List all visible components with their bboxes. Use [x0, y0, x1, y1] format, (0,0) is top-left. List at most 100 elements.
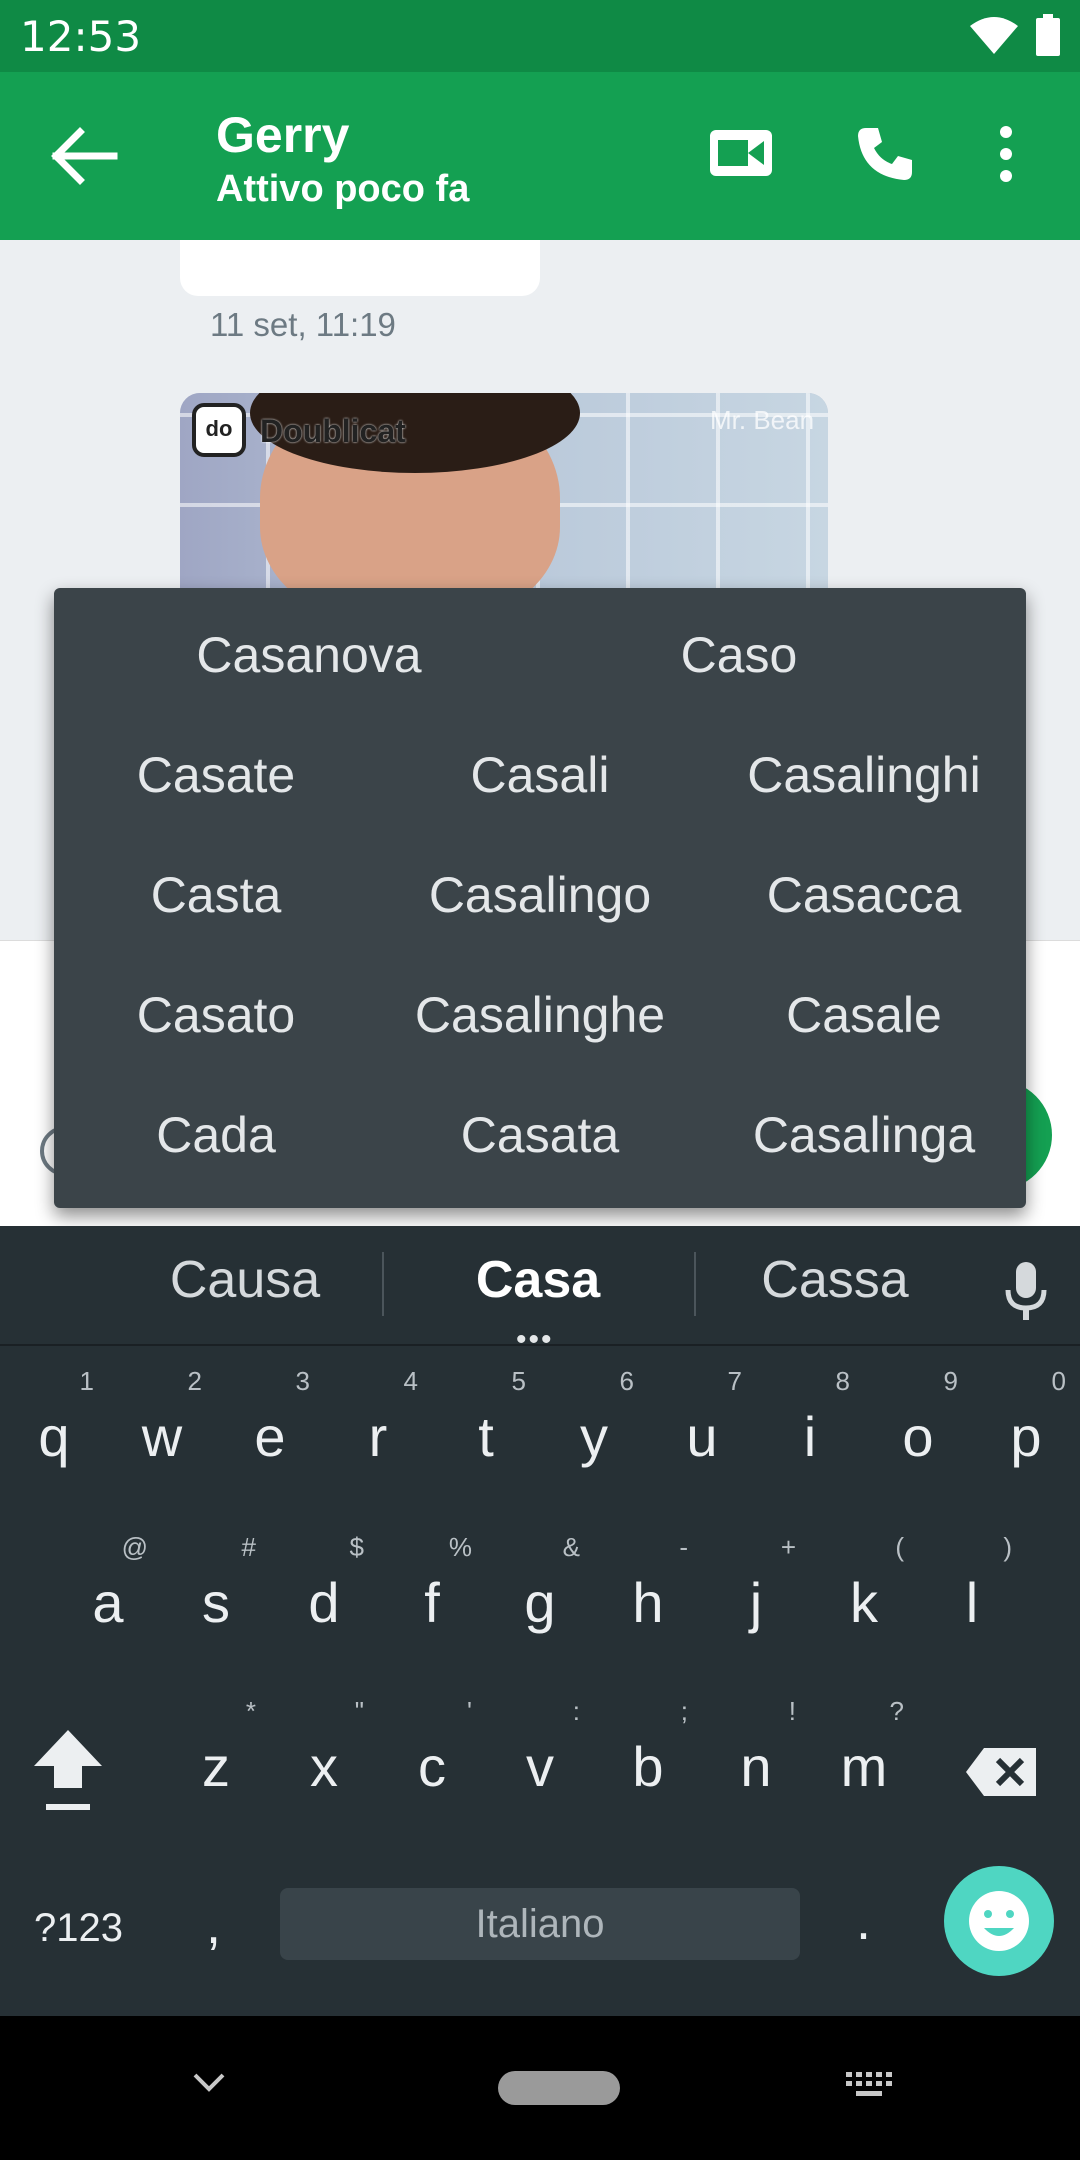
gif-message[interactable]: do Doublicat Mr. Bean [180, 393, 828, 593]
key-label: i [803, 1405, 817, 1468]
suggestion-word[interactable]: Casate [54, 746, 378, 804]
key-r[interactable]: 4r [324, 1356, 432, 1506]
key-t[interactable]: 5t [432, 1356, 540, 1506]
video-call-icon[interactable] [710, 128, 774, 178]
key-hint: ) [1003, 1532, 1012, 1562]
backspace-key-icon[interactable] [964, 1746, 1040, 1798]
shift-key-icon[interactable] [30, 1726, 106, 1816]
key-o[interactable]: 9o [864, 1356, 972, 1506]
suggestion-causa[interactable]: Causa [120, 1250, 370, 1310]
suggestion-word[interactable]: Casato [54, 986, 378, 1044]
key-label: l [965, 1571, 979, 1634]
key-b[interactable]: ; b [594, 1686, 702, 1836]
key-hint: @ [121, 1532, 148, 1562]
key-hint: % [448, 1532, 472, 1562]
wifi-icon [970, 17, 1018, 54]
gif-watermark: Mr. Bean [710, 405, 815, 435]
suggestion-word[interactable]: Casta [54, 866, 378, 924]
status-time: 12:53 [20, 12, 142, 61]
suggestion-word[interactable]: Casacca [702, 866, 1026, 924]
space-bar[interactable]: Italiano [280, 1888, 800, 1960]
period-key[interactable]: . [856, 1890, 871, 1952]
key-hint: ; [680, 1696, 688, 1726]
key-hint: $ [349, 1532, 364, 1562]
suggestion-word[interactable]: Caso [614, 626, 864, 684]
contact-name[interactable]: Gerry [216, 106, 349, 164]
microphone-icon[interactable] [1004, 1262, 1048, 1322]
key-label: q [38, 1405, 70, 1468]
comma-key[interactable]: , [206, 1894, 221, 1956]
suggestion-cassa[interactable]: Cassa [710, 1250, 960, 1310]
phone-call-icon[interactable] [854, 124, 914, 184]
key-label: p [1010, 1405, 1042, 1468]
suggestion-word[interactable]: Casata [378, 1106, 702, 1164]
key-a[interactable]: @ a [54, 1522, 162, 1672]
key-n[interactable]: ! n [702, 1686, 810, 1836]
key-j[interactable]: + j [702, 1522, 810, 1672]
key-label: r [368, 1405, 388, 1468]
suggestion-word[interactable]: Cada [54, 1106, 378, 1164]
suggestion-word[interactable]: Casanova [134, 626, 484, 684]
key-f[interactable]: % f [378, 1522, 486, 1672]
suggestion-word[interactable]: Casalinghe [378, 986, 702, 1044]
suggestion-word[interactable]: Casali [378, 746, 702, 804]
hide-keyboard-icon[interactable] [192, 2072, 226, 2094]
key-z[interactable]: * z [162, 1686, 270, 1836]
app-bar: Gerry Attivo poco fa [0, 72, 1080, 240]
key-label: k [850, 1571, 878, 1634]
key-hint: 5 [511, 1366, 526, 1396]
keyboard: Causa Casa Cassa ••• ?123 , Italiano . 1… [0, 1226, 1080, 2016]
key-label: g [524, 1571, 556, 1634]
emoji-key[interactable] [944, 1866, 1054, 1976]
suggestion-word[interactable]: Casale [702, 986, 1026, 1044]
key-h[interactable]: -h [594, 1522, 702, 1672]
home-pill[interactable] [498, 2071, 620, 2105]
suggestion-word[interactable]: Casalinga [702, 1106, 1026, 1164]
word-suggestions-popup: Casanova Caso Casate Casali Casalinghi C… [54, 588, 1026, 1208]
key-l[interactable]: ) l [918, 1522, 1026, 1672]
key-v[interactable]: :v [486, 1686, 594, 1836]
key-label: f [424, 1571, 440, 1634]
key-g[interactable]: & g [486, 1522, 594, 1672]
key-label: h [632, 1571, 664, 1634]
key-label: e [254, 1405, 286, 1468]
suggestion-word[interactable]: Casalinghi [702, 746, 1026, 804]
key-u[interactable]: 7u [648, 1356, 756, 1506]
back-arrow-icon[interactable] [50, 124, 120, 188]
key-label: w [141, 1405, 183, 1468]
key-y[interactable]: 6y [540, 1356, 648, 1506]
key-q[interactable]: 1q [0, 1356, 108, 1506]
more-options-icon[interactable] [996, 124, 1016, 184]
more-suggestions-icon[interactable]: ••• [516, 1325, 554, 1355]
key-hint: * [245, 1696, 256, 1726]
key-d[interactable]: $ d [270, 1522, 378, 1672]
key-m[interactable]: ? m [810, 1686, 918, 1836]
battery-icon [1036, 14, 1060, 56]
key-w[interactable]: 2w [108, 1356, 216, 1506]
key-label: m [840, 1735, 888, 1798]
suggestion-word[interactable]: Casalingo [378, 866, 702, 924]
key-hint: : [572, 1696, 580, 1726]
symbols-key[interactable]: ?123 [34, 1906, 123, 1951]
keyboard-switch-icon[interactable] [844, 2070, 896, 2100]
key-label: s [202, 1571, 230, 1634]
key-k[interactable]: (k [810, 1522, 918, 1672]
key-hint: ! [788, 1696, 796, 1726]
suggestion-casa[interactable]: Casa [400, 1250, 676, 1310]
message-bubble[interactable] [180, 240, 540, 296]
key-hint: ' [467, 1696, 472, 1726]
suggestion-divider [694, 1252, 696, 1316]
key-e[interactable]: 3e [216, 1356, 324, 1506]
key-c[interactable]: ' c [378, 1686, 486, 1836]
key-s[interactable]: # s [162, 1522, 270, 1672]
key-i[interactable]: 8i [756, 1356, 864, 1506]
key-label: n [740, 1735, 772, 1798]
key-x[interactable]: " x [270, 1686, 378, 1836]
suggestion-strip: Causa Casa Cassa ••• [0, 1226, 1080, 1355]
key-p[interactable]: 0p [972, 1356, 1080, 1506]
key-label: u [686, 1405, 718, 1468]
gif-brand-label: Doublicat [260, 413, 406, 449]
key-hint: 4 [403, 1366, 418, 1396]
key-hint: + [780, 1532, 796, 1562]
key-label: z [202, 1735, 230, 1798]
